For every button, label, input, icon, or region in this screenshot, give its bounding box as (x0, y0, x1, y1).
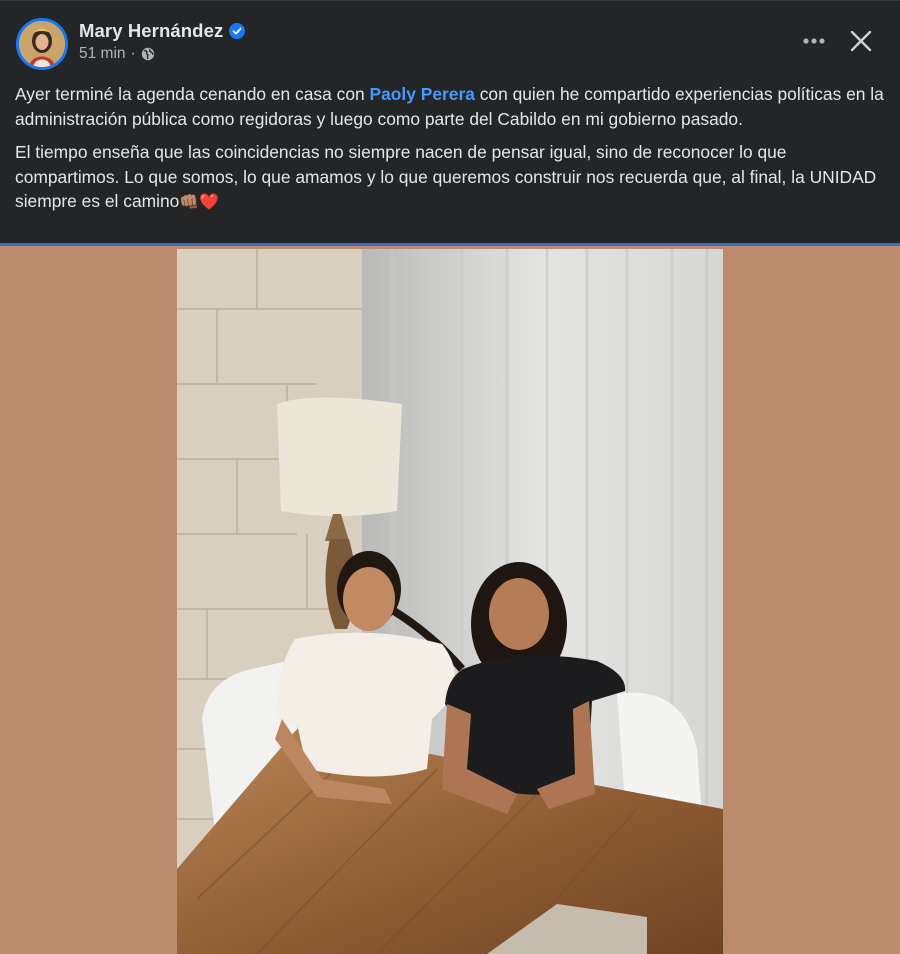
close-icon[interactable] (848, 27, 874, 55)
meta-separator: · (130, 45, 136, 62)
post-paragraph-2: El tiempo enseña que las coincidencias n… (15, 140, 885, 216)
photo-image (177, 249, 723, 954)
paragraph-1-start: Ayer terminé la agenda cenando en casa c… (15, 84, 370, 104)
heart-emoji: ❤️ (199, 194, 220, 211)
mention-link[interactable]: Paoly Perera (370, 84, 475, 104)
verified-badge-icon (229, 23, 246, 39)
post-header: Mary Hernández 51 min · Ayer terminé la … (0, 0, 900, 246)
paragraph-2-text: El tiempo enseña que las coincidencias n… (15, 142, 877, 211)
avatar-image (19, 21, 65, 67)
author-avatar[interactable] (16, 18, 68, 70)
author-name[interactable]: Mary Hernández (79, 20, 223, 42)
more-options-icon[interactable] (799, 29, 829, 53)
post-timestamp[interactable]: 51 min (79, 45, 126, 63)
post-paragraph-1: Ayer terminé la agenda cenando en casa c… (15, 82, 885, 131)
post-text: Ayer terminé la agenda cenando en casa c… (15, 82, 885, 225)
fist-emoji: 👊🏽 (179, 194, 200, 211)
post-photo[interactable] (177, 249, 723, 954)
globe-icon[interactable] (141, 47, 155, 61)
